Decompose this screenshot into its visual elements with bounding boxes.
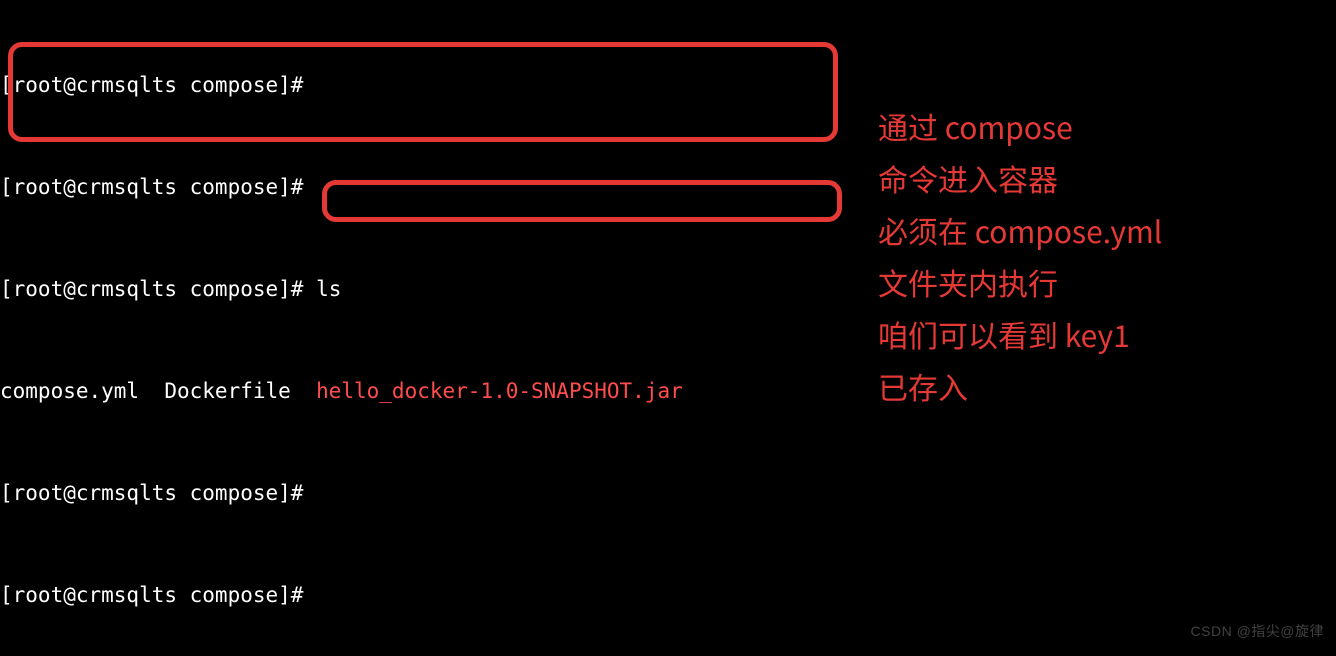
- watermark: CSDN @指尖@旋律: [1191, 614, 1324, 648]
- terminal-line: [root@crmsqlts compose]#: [0, 68, 1336, 102]
- jar-file: hello_docker-1.0-SNAPSHOT.jar: [316, 379, 683, 403]
- prompt: [root@crmsqlts compose]#: [0, 277, 316, 301]
- terminal-line: [root@crmsqlts compose]# ls: [0, 272, 1336, 306]
- command-ls: ls: [316, 277, 341, 301]
- terminal[interactable]: [root@crmsqlts compose]# [root@crmsqlts …: [0, 0, 1336, 656]
- ls-output-files: compose.yml Dockerfile: [0, 379, 316, 403]
- terminal-line: compose.yml Dockerfile hello_docker-1.0-…: [0, 374, 1336, 408]
- terminal-line: [root@crmsqlts compose]#: [0, 578, 1336, 612]
- terminal-line: [root@crmsqlts compose]#: [0, 476, 1336, 510]
- terminal-line: [root@crmsqlts compose]#: [0, 170, 1336, 204]
